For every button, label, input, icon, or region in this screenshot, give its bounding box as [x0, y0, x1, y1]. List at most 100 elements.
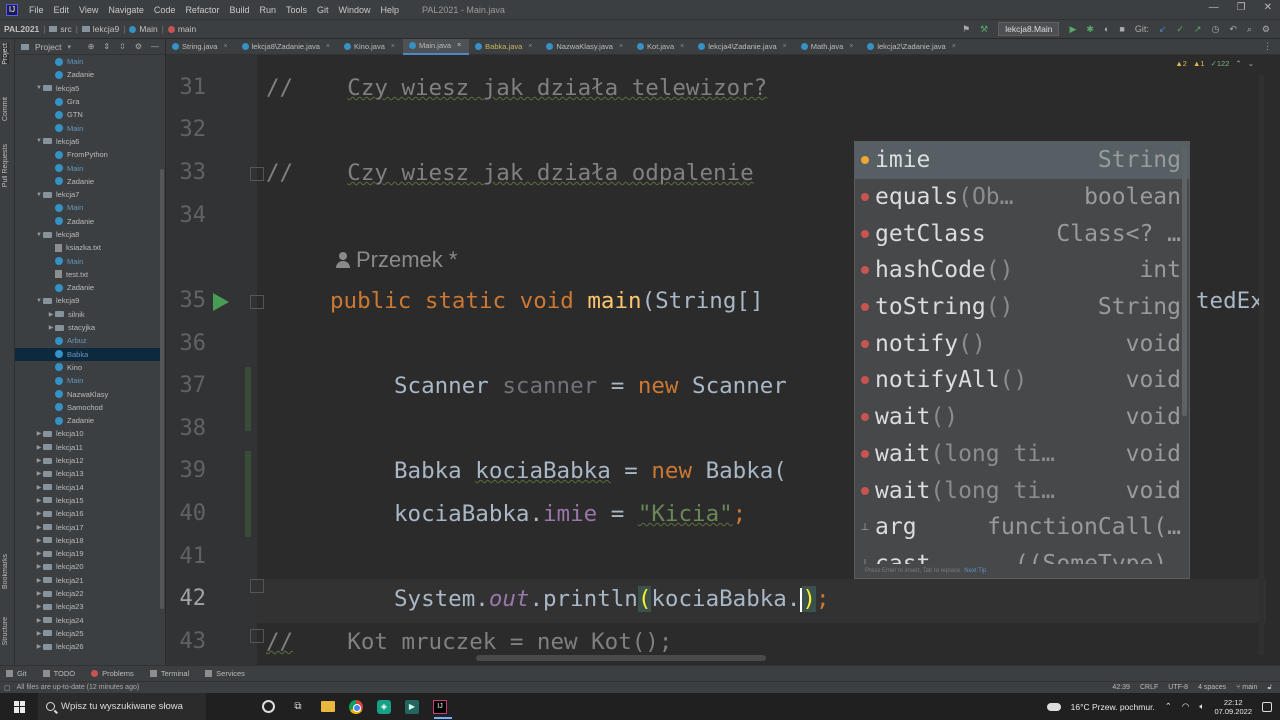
tree-item[interactable]: ▶ lekcja17	[15, 520, 160, 533]
menu-item[interactable]: Tools	[281, 5, 312, 15]
menu-item[interactable]: Edit	[49, 5, 75, 15]
collapsed-arrow-icon[interactable]: ▶	[35, 537, 43, 544]
menu-item[interactable]: Git	[312, 5, 334, 15]
tree-item[interactable]: FromPython	[15, 148, 160, 161]
tree-item[interactable]: Zadanie	[15, 414, 160, 427]
close-tab-icon[interactable]: ×	[223, 43, 227, 50]
task-view-icon[interactable]: ⧉	[289, 698, 307, 716]
tree-item[interactable]: test.txt	[15, 268, 160, 281]
tree-item[interactable]: ▼ lekcja6	[15, 135, 160, 148]
completion-item[interactable]: toString() String	[855, 289, 1189, 326]
tree-item[interactable]: ▶ lekcja16	[15, 507, 160, 520]
tree-item[interactable]: ▶ lekcja20	[15, 560, 160, 573]
gear-icon[interactable]: ⚙	[135, 42, 142, 51]
collapsed-arrow-icon[interactable]: ▶	[35, 524, 43, 531]
tree-item[interactable]: Main	[15, 161, 160, 174]
editor-tab[interactable]: Main.java ×	[402, 38, 470, 55]
close-tab-icon[interactable]: ×	[680, 43, 684, 50]
tree-item[interactable]: Arbuz	[15, 334, 160, 347]
editor-tab[interactable]: lekcja8\Zadanie.java ×	[236, 39, 338, 55]
completion-item[interactable]: getClass Class<? …	[855, 215, 1189, 252]
editor-vertical-scrollbar[interactable]	[1259, 75, 1264, 655]
menu-item[interactable]: View	[74, 5, 103, 15]
git-commit-icon[interactable]: ✓	[1176, 24, 1184, 35]
status-message[interactable]: All files are up-to-date (12 minutes ago…	[11, 684, 140, 691]
collapsed-arrow-icon[interactable]: ▶	[47, 324, 55, 331]
tree-item[interactable]: ▶ lekcja26	[15, 640, 160, 653]
chevron-down-icon[interactable]: ▾	[67, 43, 71, 51]
hide-icon[interactable]: —	[151, 42, 159, 51]
tree-item[interactable]: ▼ lekcja5	[15, 82, 160, 95]
git-update-icon[interactable]: ↙	[1159, 24, 1167, 35]
editor-tab[interactable]: String.java ×	[166, 39, 236, 55]
collapsed-arrow-icon[interactable]: ▶	[35, 484, 43, 491]
tree-item[interactable]: Zadanie	[15, 281, 160, 294]
editor-horizontal-scrollbar[interactable]	[476, 655, 766, 661]
fold-icon[interactable]	[250, 629, 264, 643]
pull-requests-tool-tab[interactable]: Pull Requests	[2, 144, 9, 187]
volume-icon[interactable]: 🔈︎	[1199, 701, 1204, 712]
debug-icon[interactable]: ✱	[1086, 24, 1094, 35]
menu-item[interactable]: Code	[149, 5, 181, 15]
git-push-icon[interactable]: ↗	[1194, 24, 1202, 35]
weather-text[interactable]: 16°C Przew. pochmur.	[1071, 702, 1155, 712]
caret-position[interactable]: 42:39	[1112, 684, 1130, 692]
history-icon[interactable]: ◷	[1211, 24, 1219, 35]
run-gutter-icon[interactable]	[213, 293, 229, 311]
tool-window-button[interactable]: Problems	[85, 669, 144, 678]
app-icon[interactable]: ◈	[377, 699, 391, 714]
editor-tab[interactable]: Kino.java ×	[338, 39, 403, 55]
chrome-icon[interactable]	[349, 699, 363, 714]
close-icon[interactable]: ✕	[1264, 2, 1272, 13]
chevron-down-icon[interactable]: ⌄	[1248, 59, 1254, 68]
tree-item[interactable]: Babka	[15, 347, 160, 361]
file-encoding[interactable]: UTF-8	[1168, 684, 1188, 692]
tree-item[interactable]: ▶ lekcja15	[15, 494, 160, 507]
tree-item[interactable]: ▼ lekcja9	[15, 294, 160, 307]
close-tab-icon[interactable]: ×	[391, 43, 395, 50]
run-icon[interactable]: ▶	[1069, 24, 1076, 35]
fold-icon[interactable]	[250, 295, 264, 309]
collapsed-arrow-icon[interactable]: ▶	[35, 577, 43, 584]
tree-item[interactable]: ▶ lekcja23	[15, 600, 160, 613]
close-tab-icon[interactable]: ×	[326, 43, 330, 50]
tree-item[interactable]: ▼ lekcja8	[15, 228, 160, 241]
collapsed-arrow-icon[interactable]: ▶	[35, 550, 43, 557]
tree-item[interactable]: ▶ lekcja12	[15, 454, 160, 467]
tree-item[interactable]: Zadanie	[15, 175, 160, 188]
breadcrumb-project[interactable]: PAL2021	[0, 24, 43, 34]
editor-tab[interactable]: Kot.java ×	[631, 39, 692, 55]
completion-scrollbar[interactable]	[1182, 146, 1187, 416]
vcs-operations-icon[interactable]: ⚑	[962, 24, 970, 35]
tree-item[interactable]: Samochod	[15, 401, 160, 414]
commit-tool-tab[interactable]: Commit	[2, 97, 9, 121]
completion-item[interactable]: wait() void	[855, 399, 1189, 436]
tree-item[interactable]: ▼ lekcja7	[15, 188, 160, 201]
tree-item[interactable]: ▶ stacyjka	[15, 321, 160, 334]
expanded-arrow-icon[interactable]: ▼	[35, 138, 43, 144]
breadcrumb-class[interactable]: Main	[125, 24, 161, 34]
code-author-hint[interactable]: Przemek *	[336, 247, 457, 273]
completion-item[interactable]: wait (long ti… void	[855, 436, 1189, 473]
completion-item[interactable]: notifyAll() void	[855, 362, 1189, 399]
tree-item[interactable]: Gra	[15, 95, 160, 108]
tree-item[interactable]: GTN	[15, 108, 160, 121]
tree-item[interactable]: Main	[15, 254, 160, 267]
tab-overflow-icon[interactable]: ⋮	[1263, 41, 1272, 52]
completion-item[interactable]: notify() void	[855, 325, 1189, 362]
locate-icon[interactable]: ⊕	[88, 42, 95, 51]
line-separator[interactable]: CRLF	[1140, 684, 1158, 692]
tree-item[interactable]: ▶ silnik	[15, 308, 160, 321]
fold-icon[interactable]	[250, 579, 264, 593]
file-explorer-icon[interactable]	[321, 701, 335, 712]
editor-tab[interactable]: lekcja2\Zadanie.java ×	[861, 39, 963, 55]
tree-item[interactable]: Kino	[15, 361, 160, 374]
git-branch-widget[interactable]: ⑂ main	[1236, 684, 1257, 692]
tree-item[interactable]: Zadanie	[15, 215, 160, 228]
intellij-taskbar-icon[interactable]: IJ	[433, 699, 452, 719]
close-tab-icon[interactable]: ×	[457, 42, 461, 49]
completion-item[interactable]: wait (long ti… void	[855, 472, 1189, 509]
bookmarks-tool-tab[interactable]: Bookmarks	[2, 554, 9, 589]
fold-icon[interactable]	[250, 167, 264, 181]
tree-item[interactable]: ▶ lekcja22	[15, 587, 160, 600]
